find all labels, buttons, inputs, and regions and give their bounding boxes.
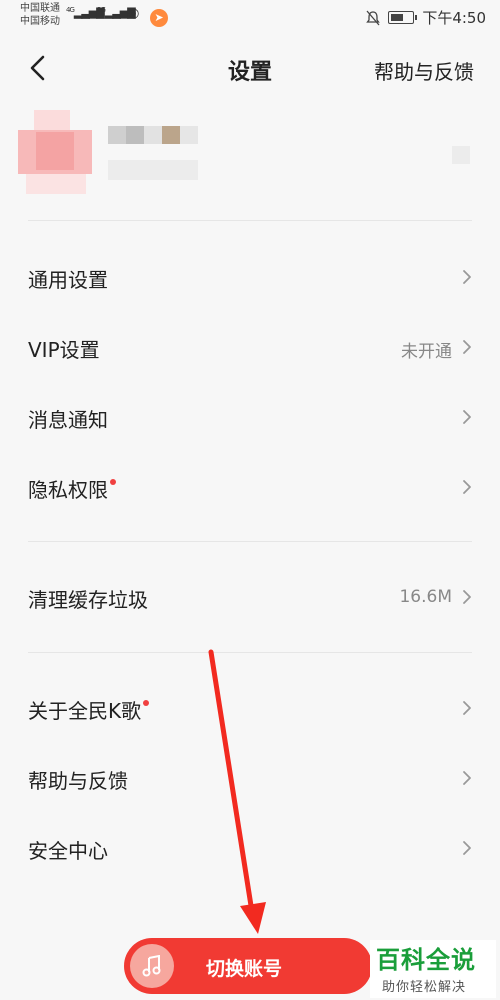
avatar[interactable] <box>18 110 92 194</box>
general-settings-label: 通用设置 <box>28 268 108 292</box>
divider <box>28 541 472 542</box>
help-feedback-label: 帮助与反馈 <box>28 769 128 793</box>
status-bar: 中国联通 中国移动 4G▂▃▅▇ 2G▂▃▅▇ ◎ ➤ 下午4:50 <box>0 0 500 36</box>
chevron-right-icon <box>463 841 471 855</box>
watermark-title: 百科全说 <box>376 946 476 974</box>
status-time: 下午4:50 <box>422 9 486 27</box>
chevron-right-icon <box>463 590 471 604</box>
about-label-text: 关于全民K歌 <box>28 699 142 723</box>
vip-status-value: 未开通 <box>401 342 452 362</box>
bell-off-icon <box>366 10 381 25</box>
watermark-subtitle: 助你轻松解决 <box>382 980 467 995</box>
cache-size-value: 16.6M <box>399 587 452 607</box>
clear-cache-label: 清理缓存垃圾 <box>28 588 148 612</box>
chevron-right-icon <box>463 340 471 354</box>
divider <box>28 220 472 221</box>
battery-icon <box>388 11 418 24</box>
clear-cache-row[interactable]: 清理缓存垃圾 16.6M <box>0 562 500 632</box>
watermark-logo: 百科全说 助你轻松解决 <box>370 940 496 998</box>
profile-arrow-redacted <box>452 146 470 164</box>
chevron-right-icon <box>463 771 471 785</box>
network-type-1: 4G <box>66 6 75 14</box>
profile-card[interactable] <box>0 100 500 220</box>
privacy-label-text: 隐私权限 <box>28 478 108 502</box>
music-note-icon <box>130 944 174 988</box>
notifications-label: 消息通知 <box>28 408 108 432</box>
back-arrow-icon[interactable] <box>24 52 54 82</box>
chevron-right-icon <box>463 410 471 424</box>
new-badge-dot <box>110 479 116 485</box>
app-notification-icon: ➤ <box>150 9 168 27</box>
carrier-labels: 中国联通 中国移动 <box>20 2 60 28</box>
new-badge-dot <box>143 700 150 706</box>
chevron-right-icon <box>463 270 471 284</box>
security-center-label: 安全中心 <box>28 839 108 863</box>
about-row[interactable]: 关于全民K歌 <box>0 673 500 743</box>
security-center-row[interactable]: 安全中心 <box>0 813 500 883</box>
switch-account-button[interactable]: 切换账号 <box>124 938 372 994</box>
privacy-label: 隐私权限 <box>28 474 116 503</box>
general-settings-row[interactable]: 通用设置 <box>0 242 500 312</box>
notifications-row[interactable]: 消息通知 <box>0 382 500 452</box>
divider <box>28 652 472 653</box>
privacy-row[interactable]: 隐私权限 <box>0 452 500 522</box>
status-right: 下午4:50 <box>366 7 486 28</box>
chevron-right-icon <box>463 480 471 494</box>
network-type-2: 2G <box>97 6 106 14</box>
vip-settings-row[interactable]: VIP设置 未开通 <box>0 312 500 382</box>
about-label: 关于全民K歌 <box>28 695 150 724</box>
help-feedback-link[interactable]: 帮助与反馈 <box>374 56 474 85</box>
carrier-1: 中国联通 <box>20 3 60 14</box>
switch-account-label: 切换账号 <box>206 958 283 980</box>
carrier-2: 中国移动 <box>20 16 60 27</box>
help-feedback-row[interactable]: 帮助与反馈 <box>0 743 500 813</box>
wifi-icon: ◎ <box>128 6 139 21</box>
chevron-right-icon <box>463 701 471 715</box>
top-bar: 设置 帮助与反馈 <box>0 36 500 100</box>
vip-settings-label: VIP设置 <box>28 338 100 362</box>
